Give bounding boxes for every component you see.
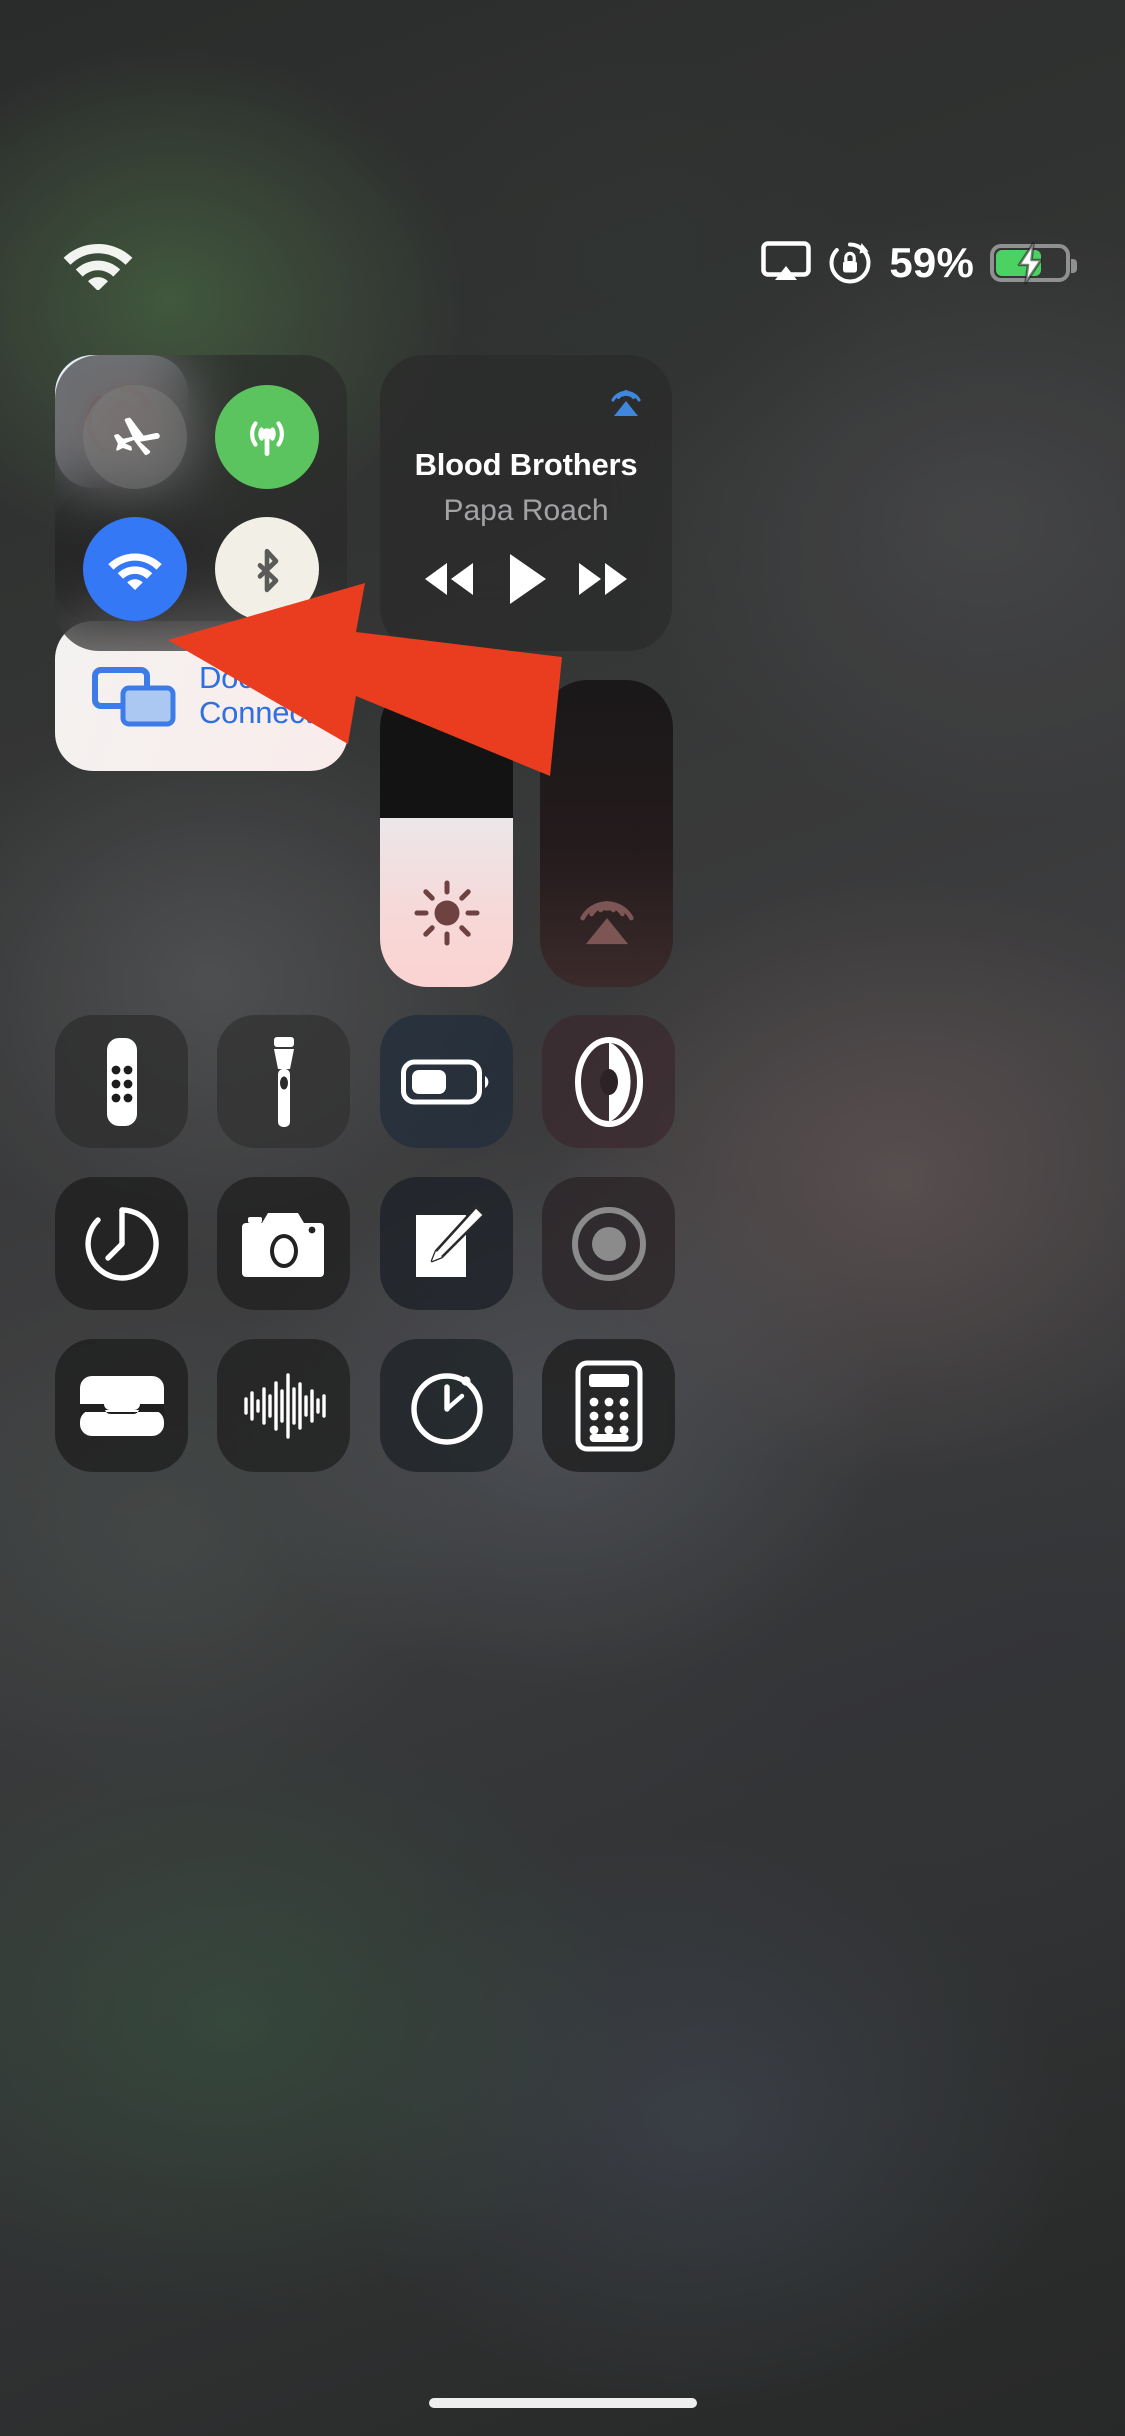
home-indicator[interactable] <box>428 2398 697 2408</box>
flashlight-tile[interactable] <box>217 1015 350 1148</box>
stopwatch-tile[interactable] <box>55 1177 188 1310</box>
wallet-tile[interactable] <box>55 1339 188 1472</box>
cellular-antenna-icon <box>250 421 284 456</box>
screen-recording-tile[interactable] <box>542 1177 675 1310</box>
camera-tile[interactable] <box>217 1177 350 1310</box>
battery-icon <box>400 1054 493 1110</box>
timer-tile[interactable] <box>380 1339 513 1472</box>
forward-button[interactable] <box>571 555 635 603</box>
rotation-lock-icon <box>827 240 873 286</box>
calculator-icon <box>575 1360 643 1452</box>
screen-mirroring-icon <box>761 241 812 285</box>
flashlight-icon <box>261 1035 307 1129</box>
track-title: Blood Brothers <box>414 447 638 482</box>
status-bar-right: 59% <box>761 239 1077 286</box>
low-power-mode-tile[interactable] <box>380 1015 513 1148</box>
notes-tile[interactable] <box>380 1177 513 1310</box>
timer-icon <box>406 1365 488 1447</box>
cellular-data-button[interactable] <box>215 385 319 489</box>
soundwave-icon <box>236 1368 332 1444</box>
stopwatch-icon <box>82 1204 162 1284</box>
status-bar: 59% <box>0 0 1125 300</box>
track-artist: Papa Roach <box>443 494 609 527</box>
record-icon <box>567 1202 651 1286</box>
remote-icon <box>93 1036 151 1128</box>
contrast-icon <box>573 1036 645 1127</box>
battery-percentage: 59% <box>889 239 974 286</box>
shazam-tile[interactable] <box>217 1339 350 1472</box>
control-center-screen: 59% Blood Brothers Papa Roach Connector <box>0 0 1125 2436</box>
calculator-tile[interactable] <box>542 1339 675 1472</box>
apple-tv-remote-tile[interactable] <box>55 1015 188 1148</box>
brightness-icon <box>380 877 513 949</box>
airplane-icon <box>114 417 160 456</box>
wifi-icon <box>62 238 262 308</box>
wallet-icon <box>77 1370 167 1442</box>
battery-icon <box>990 241 1077 285</box>
camera-icon <box>240 1207 328 1281</box>
notes-icon <box>406 1203 488 1285</box>
charging-bolt-icon <box>1017 241 1043 285</box>
airplay-audio-icon[interactable] <box>602 373 650 421</box>
airplane-mode-button[interactable] <box>83 385 187 489</box>
airplay-audio-icon <box>540 871 673 949</box>
callout-arrow <box>168 583 562 776</box>
dark-mode-tile[interactable] <box>542 1015 675 1148</box>
wifi-icon <box>108 553 162 590</box>
fast-forward-icon <box>579 563 628 595</box>
